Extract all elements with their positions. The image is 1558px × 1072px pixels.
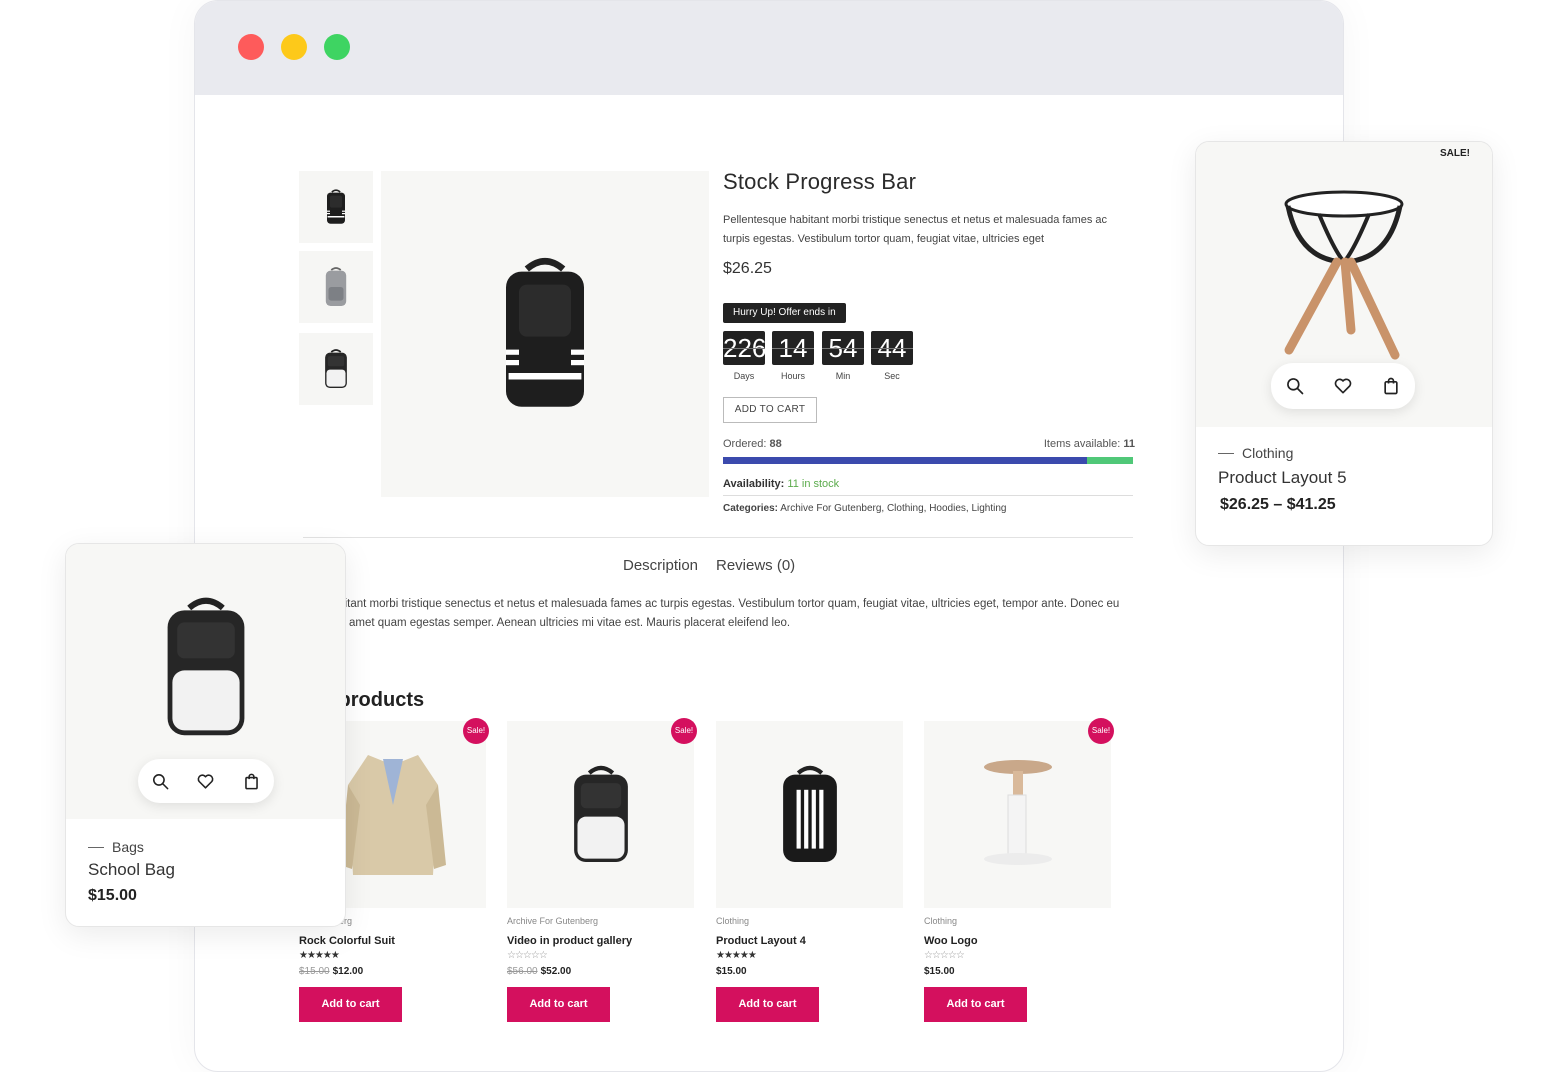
countdown-minutes: 54 Min — [822, 331, 864, 381]
maximize-window-button[interactable] — [324, 34, 350, 60]
browser-title-bar — [195, 1, 1343, 95]
sale-badge: Sale! — [463, 718, 489, 744]
gallery-thumbnail-1[interactable] — [299, 171, 373, 243]
ordered-count: Ordered: 88 — [723, 438, 782, 450]
product-card-school-bag: Bags School Bag $15.00 — [65, 543, 346, 927]
related-product-card: Sale! Archive For Gutenberg Video in pro… — [507, 718, 697, 1022]
close-window-button[interactable] — [238, 34, 264, 60]
heart-icon[interactable] — [1333, 376, 1353, 396]
main-product-image[interactable] — [381, 171, 709, 497]
product-title: Stock Progress Bar — [723, 169, 917, 194]
minimize-window-button[interactable] — [281, 34, 307, 60]
search-icon[interactable] — [1285, 376, 1305, 396]
backpack-stripes-image — [768, 755, 852, 875]
product-name[interactable]: Woo Logo — [924, 935, 1111, 947]
gallery-thumbnail-3[interactable] — [299, 333, 373, 405]
backpack-white-image — [319, 344, 353, 394]
star-rating: ★★★★★ — [716, 950, 757, 961]
star-rating: ☆☆☆☆☆ — [507, 950, 548, 961]
star-rating: ☆☆☆☆☆ — [924, 950, 965, 961]
product-card-layout-5: SALE! Clothing Product Layout 5 $26.25 –… — [1195, 141, 1493, 546]
product-actions — [1271, 363, 1415, 409]
add-to-cart-button[interactable]: ADD TO CART — [723, 397, 817, 423]
product-price: $15.00 — [88, 887, 137, 904]
countdown-days: 226 Days — [723, 331, 765, 381]
related-product-card: Clothing Product Layout 4 ★★★★★ $15.00 A… — [716, 721, 903, 1022]
product-name[interactable]: Video in product gallery — [507, 935, 694, 947]
gallery-thumbnail-2[interactable] — [299, 251, 373, 323]
product-category[interactable]: Clothing — [924, 916, 1111, 926]
heart-icon[interactable] — [196, 772, 215, 791]
add-to-cart-button[interactable]: Add to cart — [924, 987, 1027, 1022]
product-image[interactable]: SALE! — [1196, 142, 1492, 427]
product-name[interactable]: School Bag — [88, 860, 345, 880]
product-name[interactable]: Product Layout 4 — [716, 935, 903, 947]
tab-description[interactable]: Description — [623, 557, 698, 574]
backpack-white-image — [146, 582, 266, 754]
product-image[interactable] — [716, 721, 903, 908]
offer-label: Hurry Up! Offer ends in — [723, 303, 846, 323]
sale-badge: SALE! — [1440, 148, 1470, 159]
add-to-cart-button[interactable]: Add to cart — [716, 987, 819, 1022]
backpack-black-image — [480, 243, 610, 425]
product-price: $15.00 — [716, 966, 747, 977]
sale-badge: Sale! — [1088, 718, 1114, 744]
backpack-white-image — [559, 755, 643, 875]
items-available-count: Items available: 11 — [1043, 438, 1135, 450]
countdown-hours: 14 Hours — [772, 331, 814, 381]
tab-reviews[interactable]: Reviews (0) — [716, 557, 795, 574]
availability: Availability: 11 in stock — [723, 478, 840, 490]
product-name[interactable]: Rock Colorful Suit — [299, 935, 486, 947]
product-image[interactable] — [66, 544, 345, 819]
backpack-grey-image — [319, 262, 353, 312]
add-to-cart-button[interactable]: Add to cart — [507, 987, 610, 1022]
product-price: $26.25 — [723, 260, 772, 277]
product-image[interactable]: Sale! — [924, 718, 1114, 908]
product-category[interactable]: Archive For Gutenberg — [507, 916, 694, 926]
stock-progress-bar — [723, 457, 1133, 464]
product-category[interactable]: Bags — [88, 839, 345, 855]
product-price: $15.00 $12.00 — [299, 966, 364, 977]
product-category[interactable]: Clothing — [1218, 445, 1492, 461]
product-price: $56.00 $52.00 — [507, 966, 572, 977]
side-table-image — [983, 759, 1052, 865]
browser-window: Stock Progress Bar Pellentesque habitant… — [194, 0, 1344, 1072]
add-to-cart-button[interactable]: Add to cart — [299, 987, 402, 1022]
product-short-description: Pellentesque habitant morbi tristique se… — [723, 214, 1108, 245]
related-product-card: Sale! Clothing Woo Logo ☆☆☆☆☆ $15.00 Add… — [924, 718, 1114, 1022]
product-actions — [138, 759, 274, 803]
star-rating: ★★★★★ — [299, 950, 340, 961]
suit-jacket-image — [339, 754, 446, 875]
bag-icon[interactable] — [242, 772, 261, 791]
stool-image — [1284, 190, 1404, 360]
stock-progress-fill — [723, 457, 1088, 464]
product-category[interactable]: Clothing — [716, 916, 903, 926]
backpack-black-image — [321, 185, 351, 229]
divider — [723, 495, 1133, 496]
bag-icon[interactable] — [1381, 376, 1401, 396]
sale-badge: Sale! — [671, 718, 697, 744]
product-price: $15.00 — [924, 966, 955, 977]
description-text: que habitant morbi tristique senectus et… — [303, 598, 1120, 629]
search-icon[interactable] — [151, 772, 170, 791]
product-categories: Categories: Archive For Gutenberg, Cloth… — [723, 503, 1007, 514]
countdown-seconds: 44 Sec — [871, 331, 913, 381]
divider — [303, 537, 1133, 538]
product-price: $26.25 – $41.25 — [1220, 496, 1336, 513]
product-name[interactable]: Product Layout 5 — [1218, 468, 1492, 488]
product-image[interactable]: Sale! — [507, 718, 697, 908]
